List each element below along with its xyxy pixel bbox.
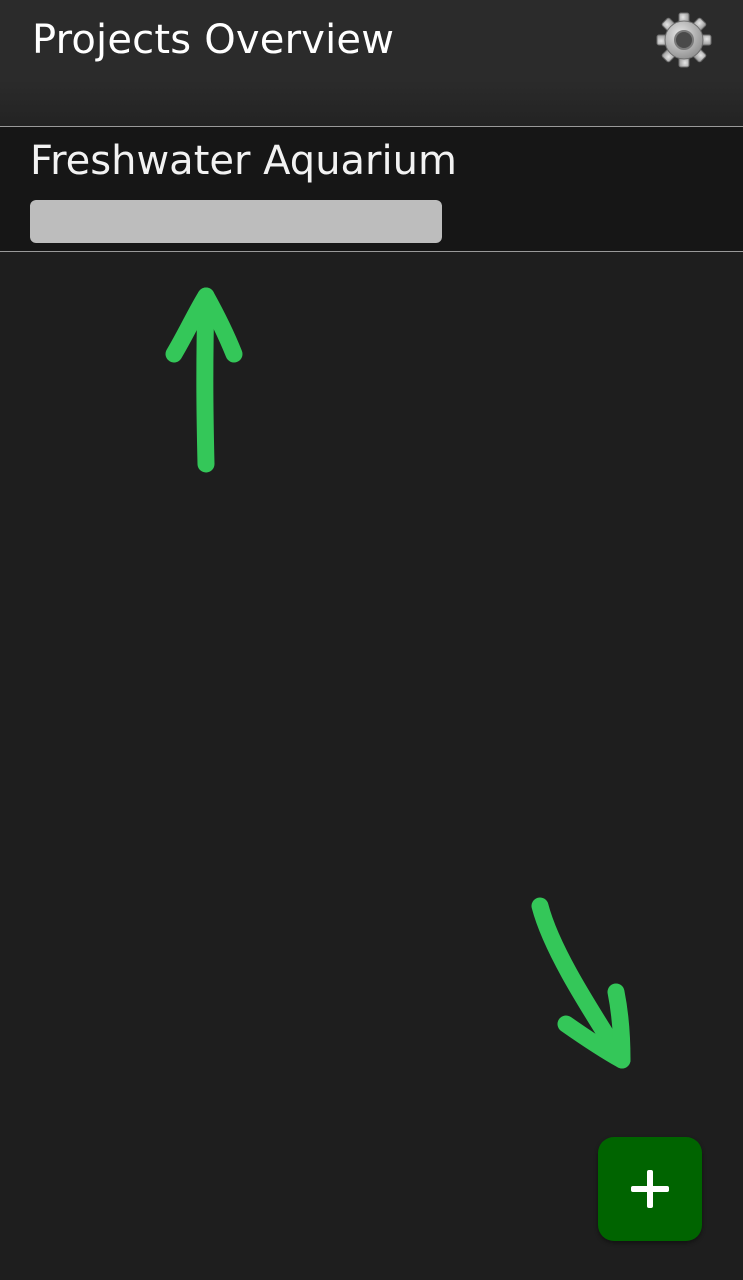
page-title: Projects Overview (32, 17, 395, 63)
annotation-arrow-down-right (531, 897, 631, 1069)
project-progress-bar (30, 200, 442, 243)
project-item[interactable]: Freshwater Aquarium (0, 126, 743, 252)
projects-screen: Projects Overview Freshwater Aquarium (0, 0, 743, 1280)
project-name: Freshwater Aquarium (30, 138, 457, 184)
annotation-arrow-up (165, 287, 243, 473)
app-bar: Projects Overview (0, 0, 743, 126)
gear-icon (656, 12, 712, 68)
project-progress-fill (30, 200, 442, 243)
project-list: Freshwater Aquarium (0, 126, 743, 252)
add-project-button[interactable] (598, 1137, 702, 1241)
settings-button[interactable] (652, 8, 716, 72)
